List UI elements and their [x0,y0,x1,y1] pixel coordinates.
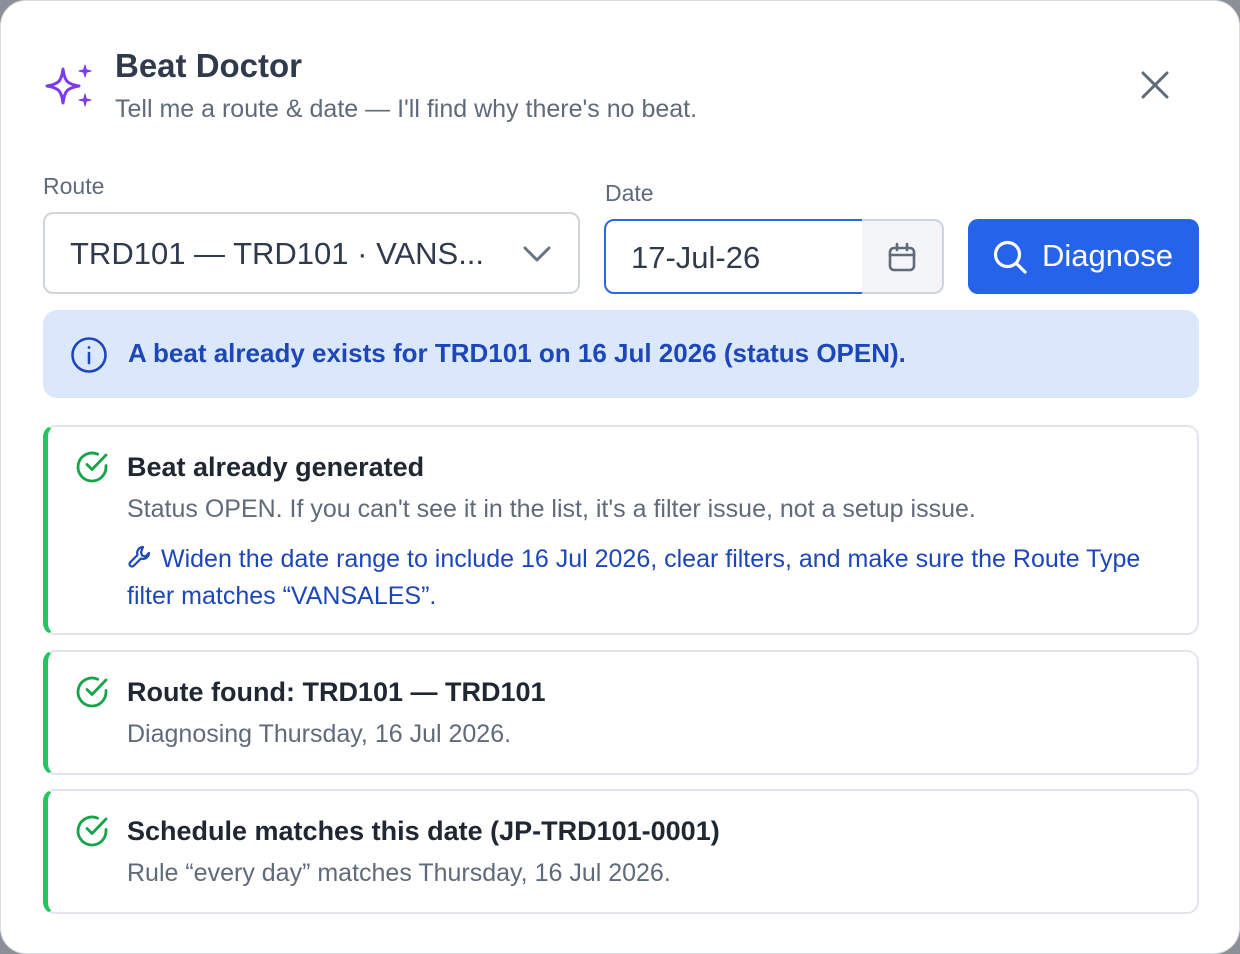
info-banner: A beat already exists for TRD101 on 16 J… [43,310,1199,398]
date-label: Date [605,180,654,206]
date-input[interactable]: 17-Jul-26 [604,219,864,294]
dialog-title: Beat Doctor [115,47,303,84]
wrench-icon [128,545,151,568]
check-title: Route found: TRD101 — TRD101 [127,677,546,707]
check-description: Diagnosing Thursday, 16 Jul 2026. [127,720,512,748]
check-circle-icon [76,451,108,483]
close-icon[interactable] [1135,65,1175,105]
check-title: Schedule matches this date (JP-TRD101-00… [127,816,720,846]
info-message: A beat already exists for TRD101 on 16 J… [128,338,906,368]
sparkles-icon [45,64,92,107]
dialog-subtitle: Tell me a route & date — I'll find why t… [115,95,698,123]
check-circle-icon [76,676,108,708]
check-card-schedule-match: Schedule matches this date (JP-TRD101-00… [43,789,1199,914]
diagnose-button[interactable]: Diagnose [968,219,1199,294]
dialog-header: Beat Doctor Tell me a route & date — I'l… [41,45,1201,135]
route-label: Route [43,173,105,199]
check-description: Status OPEN. If you can't see it in the … [127,495,976,523]
check-title: Beat already generated [127,452,425,482]
calendar-button[interactable] [862,219,944,294]
calendar-icon [888,242,916,272]
diagnose-button-label: Diagnose [1042,238,1173,273]
route-select-value: TRD101 — TRD101 · VANS... [70,236,485,271]
date-input-value: 17-Jul-26 [631,240,761,275]
search-icon [993,240,1027,274]
check-card-route-found: Route found: TRD101 — TRD101 Diagnosing … [43,650,1199,775]
check-description: Rule “every day” matches Thursday, 16 Ju… [127,859,671,887]
route-select[interactable]: TRD101 — TRD101 · VANS... [43,212,580,294]
fix-suggestion-text: Widen the date range to include 16 Jul 2… [127,545,1141,610]
beat-doctor-dialog: Beat Doctor Tell me a route & date — I'l… [0,0,1240,954]
fix-suggestion: Widen the date range to include 16 Jul 2… [127,541,1157,615]
chevron-down-icon [523,246,551,262]
info-icon [71,337,107,373]
check-circle-icon [76,815,108,847]
check-card-beat-generated: Beat already generated Status OPEN. If y… [43,425,1199,635]
